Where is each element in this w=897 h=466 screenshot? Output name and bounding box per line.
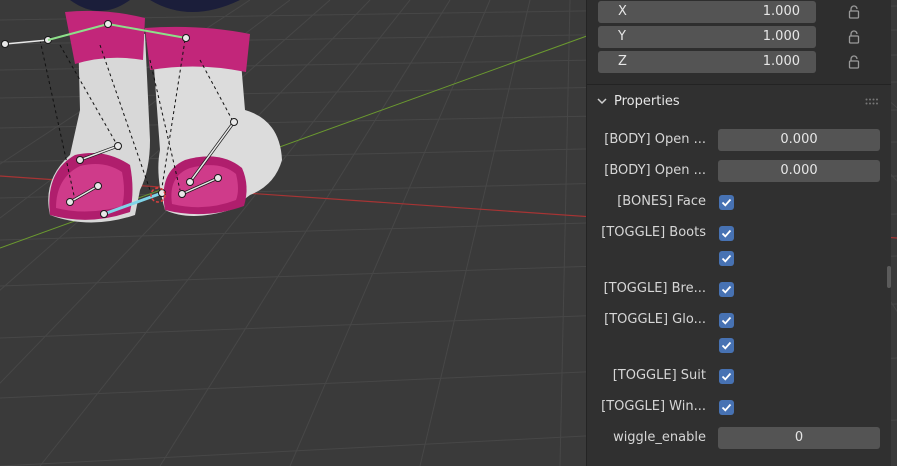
property-checkbox[interactable]: [719, 338, 734, 353]
checkmark-icon: [721, 254, 732, 263]
checkmark-icon: [721, 229, 732, 238]
property-label: [TOGGLE] Win...: [601, 399, 706, 414]
checkmark-icon: [721, 316, 732, 325]
property-value-field[interactable]: 0.000: [718, 129, 880, 151]
checkmark-icon: [721, 341, 732, 350]
axis-label: Z: [618, 54, 627, 69]
property-checkbox[interactable]: [719, 195, 734, 210]
property-checkbox[interactable]: [719, 369, 734, 384]
checkmark-icon: [721, 285, 732, 294]
property-label: [BODY] Open ...: [604, 163, 706, 178]
drag-grip-icon[interactable]: [865, 98, 879, 106]
lock-icon[interactable]: [848, 5, 860, 19]
properties-panel-header[interactable]: Properties: [587, 88, 891, 116]
checkmark-icon: [721, 198, 732, 207]
axis-value: 1.000: [762, 54, 800, 69]
axis-label: Y: [618, 29, 626, 44]
axis-value: 1.000: [762, 29, 800, 44]
sidebar-n-panel: X 1.000 Y 1.000 Z 1.000 Properties [BODY…: [586, 0, 891, 466]
scale-z-field[interactable]: Z 1.000: [598, 51, 816, 73]
scale-y-field[interactable]: Y 1.000: [598, 26, 816, 48]
character-boots[interactable]: [1, 0, 283, 223]
axis-label: X: [618, 4, 627, 19]
lock-icon[interactable]: [848, 55, 860, 69]
checkmark-icon: [721, 403, 732, 412]
property-label: [TOGGLE] Bre...: [603, 281, 706, 296]
lock-icon[interactable]: [848, 30, 860, 44]
chevron-down-icon: [597, 98, 607, 105]
property-checkbox[interactable]: [719, 226, 734, 241]
property-label: [BODY] Open ...: [604, 132, 706, 147]
property-label: [TOGGLE] Glo...: [604, 312, 706, 327]
property-label: [BONES] Face: [617, 194, 706, 209]
scale-x-field[interactable]: X 1.000: [598, 1, 816, 23]
property-checkbox[interactable]: [719, 400, 734, 415]
panel-title: Properties: [614, 94, 680, 109]
scale-fields: X 1.000 Y 1.000 Z 1.000: [587, 0, 891, 85]
property-label: wiggle_enable: [613, 430, 706, 445]
scrollbar[interactable]: [887, 266, 891, 288]
property-value-field[interactable]: 0: [718, 427, 880, 449]
checkmark-icon: [721, 372, 732, 381]
property-checkbox[interactable]: [719, 313, 734, 328]
property-label: [TOGGLE] Suit: [612, 368, 706, 383]
property-value-field[interactable]: 0.000: [718, 160, 880, 182]
property-checkbox[interactable]: [719, 251, 734, 266]
property-label: [TOGGLE] Boots: [601, 225, 706, 240]
axis-value: 1.000: [762, 4, 800, 19]
property-checkbox[interactable]: [719, 282, 734, 297]
